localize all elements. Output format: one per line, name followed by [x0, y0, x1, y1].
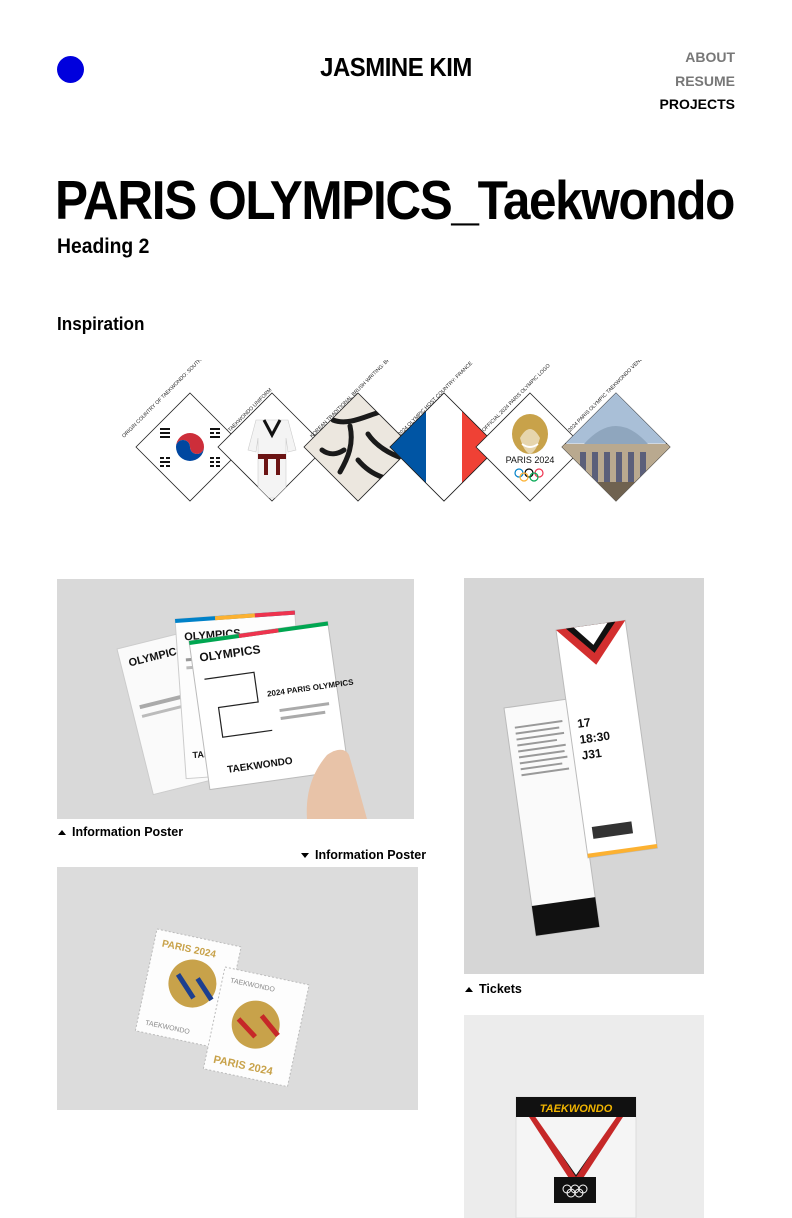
gallery-package-image[interactable]: TAEKWONDO [464, 1015, 704, 1218]
gallery-poster-image[interactable]: OLYMPICS OLYMPICS TAEKWONDO OLYMPICS 202… [57, 579, 414, 819]
package-label: TAEKWONDO [540, 1103, 613, 1115]
tile-paris-logo: PARIS 2024 OFFICIAL 2024 PARIS OLYMPIC L… [475, 363, 585, 502]
tickets-caption: Tickets [465, 982, 522, 996]
caret-down-icon [301, 852, 309, 858]
site-brand[interactable]: JASMINE KIM [32, 52, 761, 83]
poster-caption: Information Poster [58, 825, 183, 839]
tickets-caption-text: Tickets [479, 982, 522, 996]
stamp-caption: Information Poster [301, 848, 426, 862]
main-nav: ABOUT RESUME PROJECTS [660, 46, 735, 117]
ticket-text: 17 [576, 715, 591, 731]
gallery-stamp-image[interactable]: PARIS 2024 TAEKWONDO TAEKWONDO PARIS 202… [57, 867, 418, 1110]
tile-korea-flag: ORIGIN COUNTRY OF TAEKWONDO: SOUTH KOREA [121, 360, 245, 502]
ticket-text: J31 [581, 746, 603, 763]
page-subtitle: Heading 2 [57, 235, 150, 258]
tile-logo-text: PARIS 2024 [506, 455, 555, 465]
nav-projects[interactable]: PROJECTS [660, 93, 735, 117]
nav-about[interactable]: ABOUT [660, 46, 735, 70]
inspiration-heading: Inspiration [57, 314, 145, 334]
caret-up-icon [465, 986, 473, 992]
gallery-tickets-image[interactable]: 17 18:30 J31 [464, 578, 704, 974]
nav-resume[interactable]: RESUME [660, 70, 735, 94]
stamp-caption-text: Information Poster [315, 848, 427, 862]
inspiration-strip: ORIGIN COUNTRY OF TAEKWONDO: SOUTH KOREA… [121, 360, 671, 502]
poster-caption-text: Information Poster [72, 825, 184, 839]
page-title: PARIS OLYMPICS_Taekwondo [55, 169, 735, 231]
tile-venue: 2024 PARIS OLYMPIC TAEKWONDO VENUE [561, 360, 671, 502]
caret-up-icon [58, 829, 66, 835]
